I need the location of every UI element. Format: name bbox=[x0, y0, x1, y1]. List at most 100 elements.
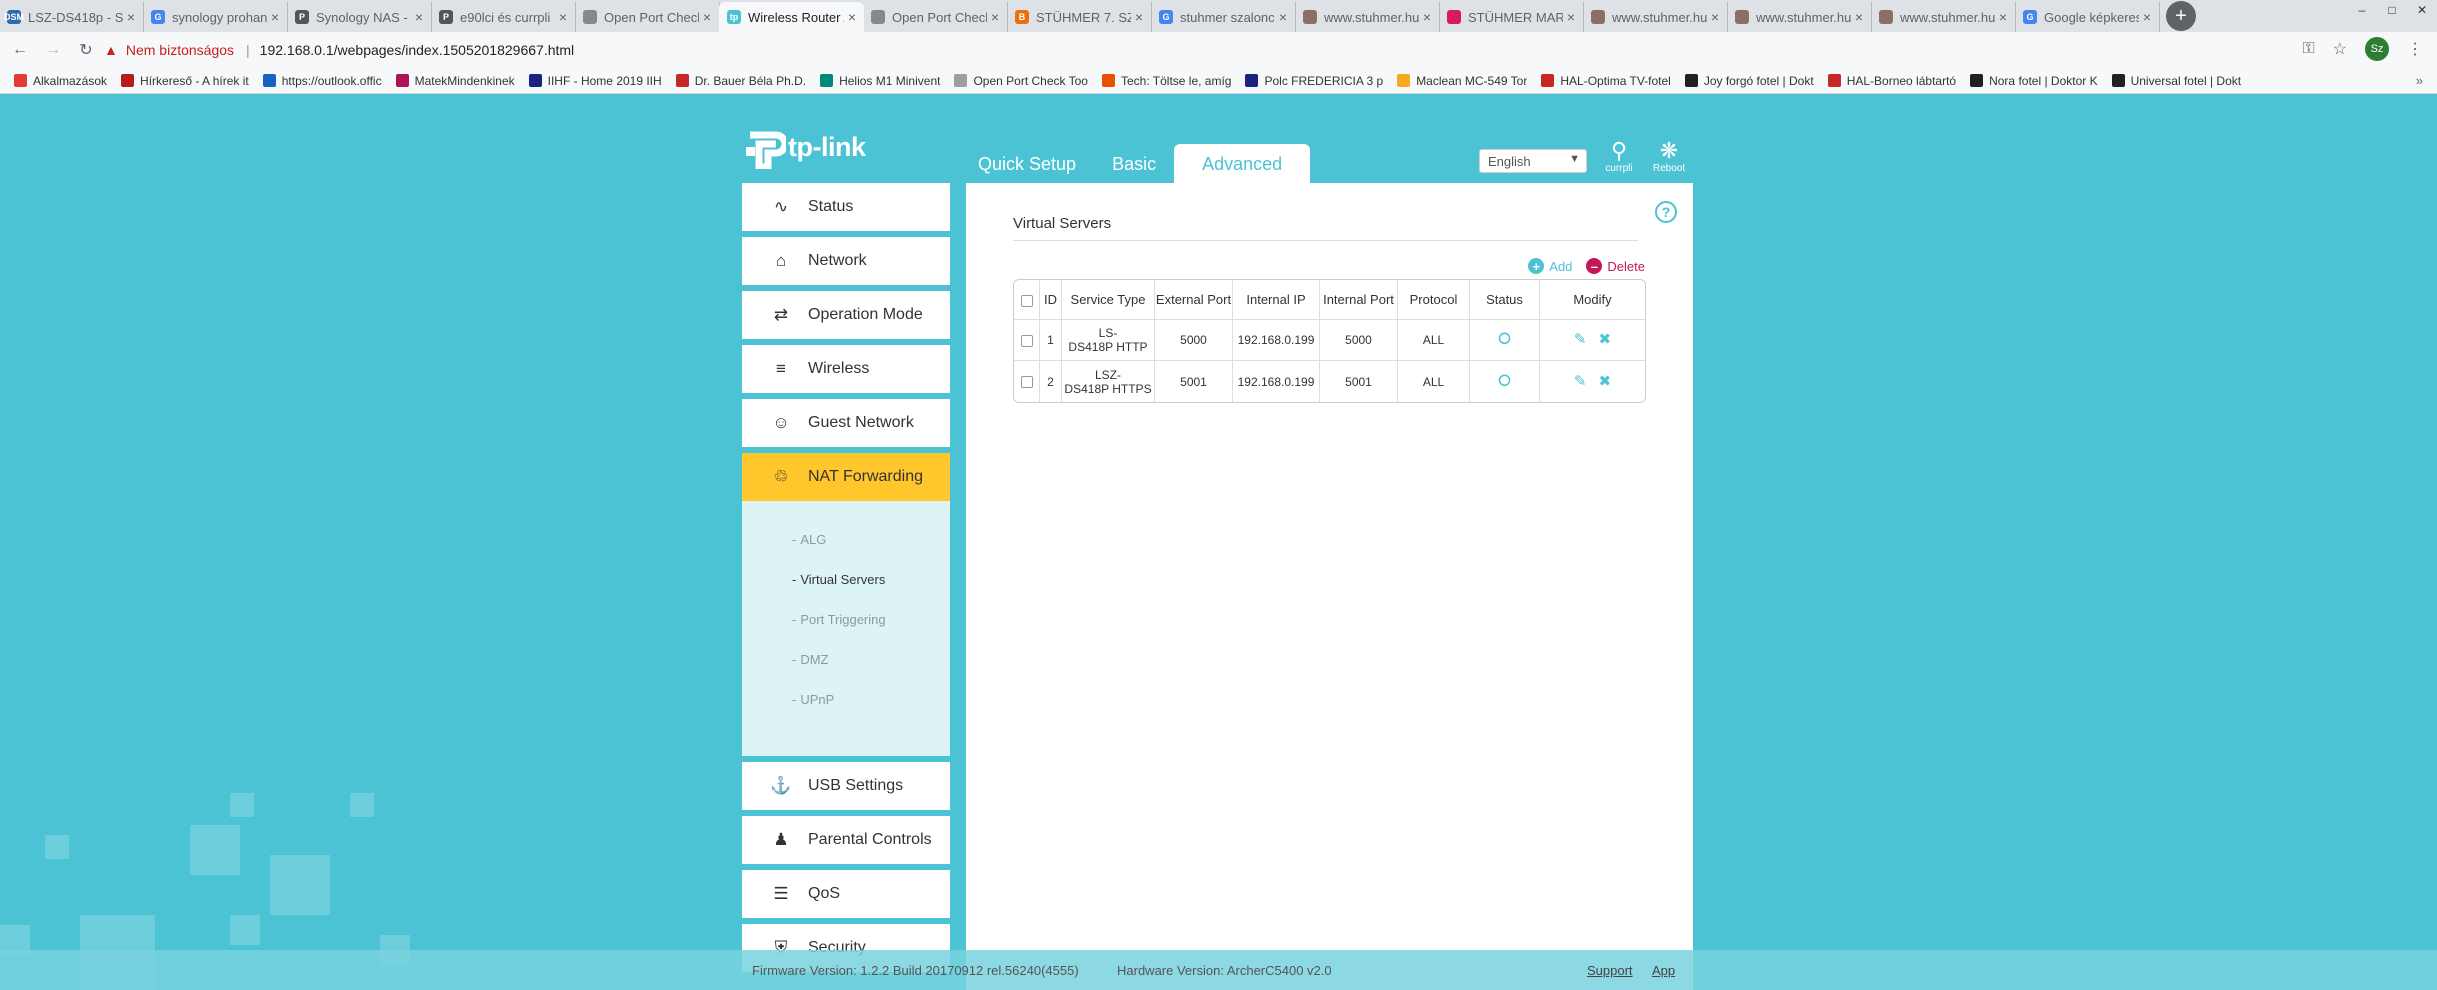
submenu-item-virtual-servers[interactable]: - Virtual Servers bbox=[742, 559, 950, 599]
tab-close-icon[interactable]: × bbox=[559, 9, 567, 25]
app-link[interactable]: App bbox=[1652, 963, 1675, 978]
browser-tab[interactable]: P Synology NAS - I × bbox=[287, 2, 432, 32]
delete-button[interactable]: – Delete bbox=[1586, 258, 1645, 274]
tab-close-icon[interactable]: × bbox=[271, 9, 279, 25]
browser-tab[interactable]: www.stuhmer.hu × bbox=[1295, 2, 1440, 32]
tab-close-icon[interactable]: × bbox=[703, 9, 711, 25]
tab-close-icon[interactable]: × bbox=[1423, 9, 1431, 25]
select-all-checkbox[interactable] bbox=[1020, 294, 1033, 307]
chevron-down-icon: ▼ bbox=[1569, 153, 1580, 165]
tab-close-icon[interactable]: × bbox=[127, 9, 135, 25]
bookmark-item[interactable]: HAL-Borneo lábtartó bbox=[1827, 74, 1956, 88]
maximize-icon[interactable]: □ bbox=[2377, 0, 2407, 20]
help-icon[interactable]: ? bbox=[1655, 201, 1677, 223]
browser-tab[interactable]: Pe90lci és currpli × bbox=[431, 2, 576, 32]
star-icon[interactable]: ☆ bbox=[2333, 39, 2347, 59]
bookmark-item[interactable]: Nora fotel | Doktor K bbox=[1970, 74, 2098, 88]
browser-tab[interactable]: Gstuhmer szalonc × bbox=[1151, 2, 1296, 32]
browser-tab[interactable]: www.stuhmer.hu × bbox=[1727, 2, 1872, 32]
browser-tab[interactable]: Gsynology prohan × bbox=[143, 2, 288, 32]
trash-icon[interactable]: ✖ bbox=[1599, 373, 1612, 390]
bookmark-item[interactable]: Dr. Bauer Béla Ph.D. bbox=[675, 74, 806, 88]
trash-icon[interactable]: ✖ bbox=[1599, 331, 1612, 348]
tab-close-icon[interactable]: × bbox=[1711, 9, 1719, 25]
sidebar-item-guest-network[interactable]: ☺ Guest Network bbox=[742, 399, 950, 447]
row-checkbox[interactable] bbox=[1020, 376, 1033, 389]
browser-tab[interactable]: G Google képkeres × bbox=[2015, 2, 2160, 32]
sidebar-item-status[interactable]: ∿ Status bbox=[742, 183, 950, 231]
bookmark-item[interactable]: Open Port Check Too bbox=[954, 74, 1088, 88]
sidebar-item-parental-controls[interactable]: ♟ Parental Controls bbox=[742, 816, 950, 864]
edit-icon[interactable]: ✎ bbox=[1574, 331, 1587, 348]
browser-tab[interactable]: B STÜHMER 7. SZÁ× bbox=[1007, 2, 1152, 32]
bookmark-item[interactable]: https://outlook.offic bbox=[262, 74, 382, 88]
edit-icon[interactable]: ✎ bbox=[1574, 373, 1587, 390]
bookmark-item[interactable]: Hírkereső - A hírek it bbox=[121, 74, 249, 88]
tab-close-icon[interactable]: × bbox=[1567, 9, 1575, 25]
tab-close-icon[interactable]: × bbox=[415, 9, 423, 25]
back-icon[interactable]: ← bbox=[7, 37, 33, 63]
close-window-icon[interactable]: ✕ bbox=[2407, 0, 2437, 20]
url-text[interactable]: 192.168.0.1/webpages/index.1505201829667… bbox=[260, 42, 574, 58]
status-bulb-icon[interactable]: ⭘ bbox=[1498, 331, 1511, 348]
reboot-button[interactable]: ❋ Reboot bbox=[1651, 139, 1687, 175]
row-checkbox[interactable] bbox=[1020, 334, 1033, 347]
browser-tab[interactable]: STÜHMER MARC× bbox=[1439, 2, 1584, 32]
submenu-item-alg[interactable]: - ALG bbox=[742, 519, 950, 559]
add-button[interactable]: + Add bbox=[1528, 258, 1572, 274]
row-external-port: 5000 bbox=[1155, 320, 1233, 361]
router-page: tp-link Quick Setup Basic Advanced English… bbox=[0, 95, 2437, 990]
support-link[interactable]: Support bbox=[1587, 963, 1633, 978]
browser-tab[interactable]: Open Port Check × bbox=[863, 2, 1008, 32]
more-bookmarks-icon[interactable]: » bbox=[2416, 73, 2423, 88]
reload-icon[interactable]: ↻ bbox=[73, 37, 99, 63]
bookmark-item[interactable]: Universal fotel | Dokt bbox=[2111, 74, 2241, 88]
sidebar-item-qos[interactable]: ☰ QoS bbox=[742, 870, 950, 918]
new-tab-icon[interactable]: + bbox=[2166, 1, 2196, 31]
language-select[interactable]: English ▼ bbox=[1479, 149, 1587, 173]
sidebar-item-nat-forwarding[interactable]: ♲ NAT Forwarding bbox=[742, 453, 950, 501]
tab-close-icon[interactable]: × bbox=[1855, 9, 1863, 25]
sidebar-item-network[interactable]: ⌂ Network bbox=[742, 237, 950, 285]
sidebar-item-label: NAT Forwarding bbox=[808, 468, 923, 485]
submenu-item-dmz[interactable]: - DMZ bbox=[742, 639, 950, 679]
currpli-button[interactable]: ⚲ currpli bbox=[1601, 139, 1637, 175]
browser-tab[interactable]: Open Port Check × bbox=[575, 2, 720, 32]
tab-close-icon[interactable]: × bbox=[1999, 9, 2007, 25]
browser-tab[interactable]: DSM LSZ-DS418p - Sy × bbox=[0, 2, 144, 32]
sidebar-item-wireless[interactable]: ≡ Wireless bbox=[742, 345, 950, 393]
bookmark-item[interactable]: Joy forgó fotel | Dokt bbox=[1684, 74, 1814, 88]
avatar[interactable]: Sz bbox=[2365, 37, 2389, 61]
key-icon[interactable]: ⚿ bbox=[2302, 40, 2314, 58]
tab-basic[interactable]: Basic bbox=[1094, 144, 1174, 184]
bookmark-item[interactable]: Helios M1 Minivent bbox=[820, 74, 940, 88]
minimize-icon[interactable]: – bbox=[2347, 0, 2377, 20]
submenu-item-upnp[interactable]: - UPnP bbox=[742, 679, 950, 719]
url-omnibox[interactable]: ▲ Nem biztonságos | 192.168.0.1/webpages… bbox=[104, 36, 2294, 64]
tab-quick-setup[interactable]: Quick Setup bbox=[960, 144, 1094, 184]
browser-tab[interactable]: tp Wireless Router A × bbox=[719, 2, 864, 32]
bookmark-item[interactable]: Alkalmazások bbox=[14, 74, 107, 88]
bookmark-item[interactable]: IIHF - Home 2019 IIH bbox=[528, 74, 662, 88]
tab-close-icon[interactable]: × bbox=[1279, 9, 1287, 25]
tab-close-icon[interactable]: × bbox=[2143, 9, 2151, 25]
status-bulb-icon[interactable]: ⭘ bbox=[1498, 373, 1511, 390]
browser-tab[interactable]: www.stuhmer.hu × bbox=[1583, 2, 1728, 32]
bookmark-item[interactable]: Polc FREDERICIA 3 p bbox=[1245, 74, 1383, 88]
tab-close-icon[interactable]: × bbox=[1135, 9, 1143, 25]
sidebar-item-usb-settings[interactable]: ⚓ USB Settings bbox=[742, 762, 950, 810]
usb-icon: ⚓ bbox=[770, 776, 792, 795]
bookmark-item[interactable]: MatekMindenkinek bbox=[395, 74, 515, 88]
submenu-item-port-triggering[interactable]: - Port Triggering bbox=[742, 599, 950, 639]
browser-tab[interactable]: www.stuhmer.hu × bbox=[1871, 2, 2016, 32]
tab-close-icon[interactable]: × bbox=[848, 9, 856, 25]
bookmark-item[interactable]: Maclean MC-549 Tor bbox=[1397, 74, 1527, 88]
tab-close-icon[interactable]: × bbox=[991, 9, 999, 25]
menu-dots-icon[interactable]: ⋮ bbox=[2407, 39, 2423, 59]
tab-advanced[interactable]: Advanced bbox=[1174, 144, 1311, 184]
bookmark-item[interactable]: Tech: Töltse le, amíg bbox=[1101, 74, 1231, 88]
sidebar-item-operation-mode[interactable]: ⇄ Operation Mode bbox=[742, 291, 950, 339]
bookmark-favicon-icon bbox=[1245, 74, 1259, 87]
bookmark-item[interactable]: HAL-Optima TV-fotel bbox=[1541, 74, 1671, 88]
forward-icon[interactable]: → bbox=[40, 37, 66, 63]
